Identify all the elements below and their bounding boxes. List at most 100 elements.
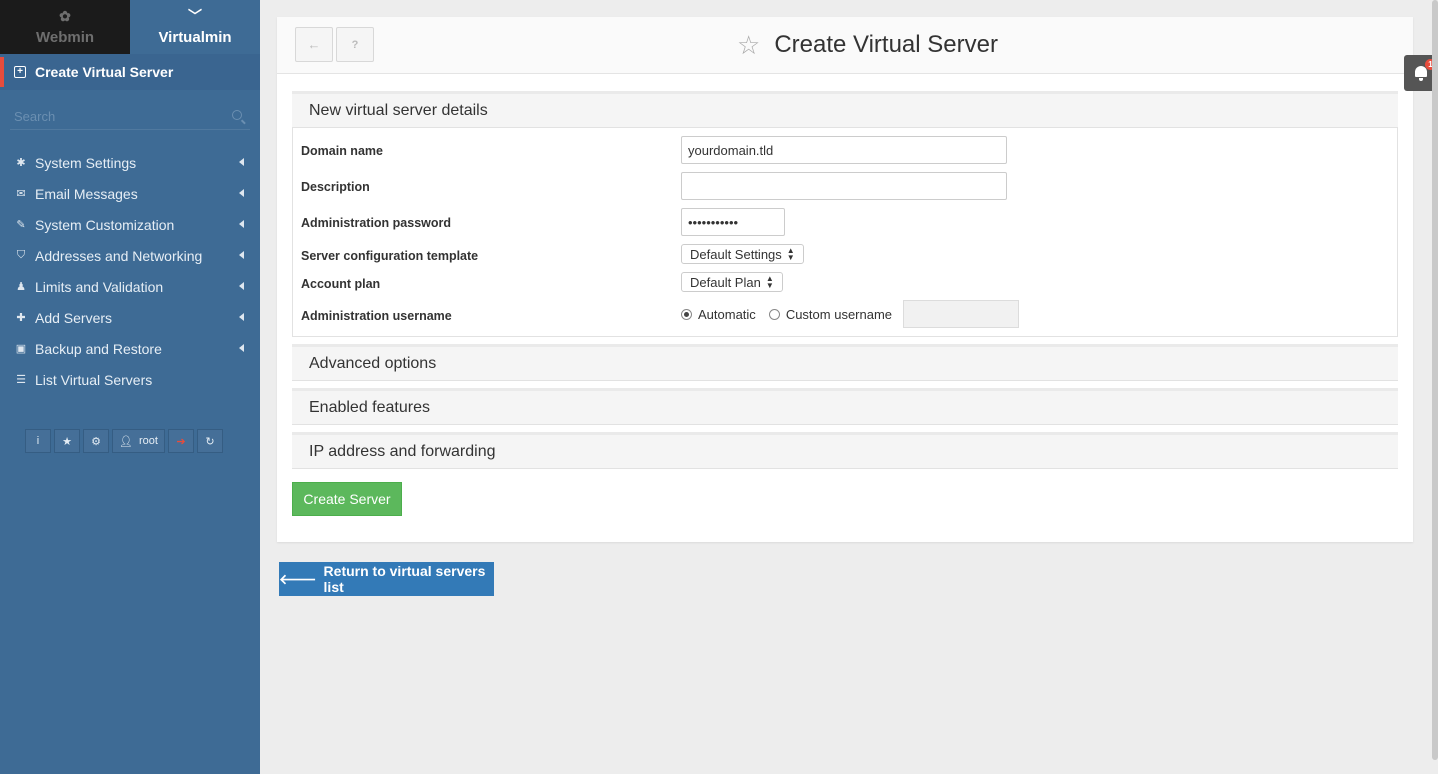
sidebar-item-label: List Virtual Servers bbox=[35, 371, 153, 388]
sidebar-item-email-messages[interactable]: ✉ Email Messages bbox=[0, 178, 260, 209]
info-icon: i bbox=[36, 435, 40, 447]
tab-virtualmin-label: Virtualmin bbox=[158, 29, 232, 46]
select-arrows-icon: ▲ ▼ bbox=[786, 246, 795, 262]
sidebar-item-label: System Customization bbox=[35, 216, 175, 233]
star-outline-icon[interactable]: ☆ bbox=[737, 32, 760, 58]
wrench-icon: ✎ bbox=[16, 219, 26, 231]
radio-custom-label[interactable]: Custom username bbox=[786, 307, 892, 322]
chevron-left-icon bbox=[239, 220, 244, 228]
server-template-value: Default Settings bbox=[690, 246, 782, 262]
section-enabled-features[interactable]: Enabled features bbox=[292, 388, 1398, 425]
gear-icon: ✱ bbox=[16, 157, 26, 169]
sidebar-menu: ✱ System Settings ✉ Email Messages ✎ Sys… bbox=[0, 147, 260, 395]
return-button[interactable]: 🡐︎ Return to virtual servers list bbox=[279, 562, 494, 596]
sidebar-toolbar: i ★ ⚙ 👤︎ root ➔ ↻ bbox=[25, 429, 226, 453]
chevron-down-icon: ﹀ bbox=[188, 8, 202, 24]
admin-username-options: Automatic Custom username bbox=[681, 300, 1020, 328]
panel-header: ← ? ☆ Create Virtual Server bbox=[277, 17, 1413, 74]
user-tie-icon: ♟ bbox=[16, 281, 26, 293]
chevron-left-icon bbox=[239, 344, 244, 352]
section-body: Domain name Description Administration p… bbox=[292, 128, 1398, 337]
section-title: Advanced options bbox=[309, 354, 437, 372]
server-template-label: Server configuration template bbox=[301, 249, 479, 263]
account-plan-select[interactable]: Default Plan ▲ ▼ bbox=[681, 272, 783, 292]
sidebar-item-label: Backup and Restore bbox=[35, 340, 162, 357]
chevron-left-icon bbox=[239, 251, 244, 259]
search-icon[interactable] bbox=[232, 110, 242, 120]
select-arrows-icon: ▲ ▼ bbox=[765, 274, 774, 290]
section-title: IP address and forwarding bbox=[309, 442, 496, 460]
sidebar-item-create-virtual-server[interactable]: + Create Virtual Server bbox=[0, 54, 260, 90]
sidebar-item-label: Addresses and Networking bbox=[35, 247, 203, 264]
info-button[interactable]: i bbox=[25, 429, 51, 453]
sidebar-item-system-customization[interactable]: ✎ System Customization bbox=[0, 209, 260, 240]
list-icon: ☰ bbox=[16, 374, 26, 386]
domain-name-label: Domain name bbox=[301, 144, 383, 158]
sidebar-search bbox=[10, 104, 250, 130]
shield-icon: ⛉ bbox=[16, 249, 26, 261]
account-plan-value: Default Plan bbox=[690, 274, 761, 290]
section-advanced-options[interactable]: Advanced options bbox=[292, 344, 1398, 381]
page-title-text: Create Virtual Server bbox=[774, 31, 998, 58]
section-ip-forwarding[interactable]: IP address and forwarding bbox=[292, 432, 1398, 469]
star-icon: ★ bbox=[62, 435, 72, 448]
section-header[interactable]: Advanced options bbox=[292, 344, 1398, 381]
envelope-icon: ✉ bbox=[16, 188, 26, 200]
sidebar-item-label: Email Messages bbox=[35, 185, 138, 202]
plus-square-icon: + bbox=[14, 66, 26, 78]
sidebar-tabs: ✿ Webmin ﹀ Virtualmin bbox=[0, 0, 260, 54]
sidebar-current-label: Create Virtual Server bbox=[35, 64, 174, 80]
tab-virtualmin[interactable]: ﹀ Virtualmin bbox=[130, 0, 260, 54]
custom-username-input[interactable] bbox=[903, 300, 1020, 328]
section-header[interactable]: Enabled features bbox=[292, 388, 1398, 425]
page-scrollbar[interactable] bbox=[1432, 0, 1438, 760]
chevron-left-icon bbox=[239, 158, 244, 166]
description-label: Description bbox=[301, 180, 370, 194]
admin-username-label: Administration username bbox=[301, 309, 452, 323]
section-title: Enabled features bbox=[309, 398, 430, 416]
radio-automatic[interactable] bbox=[681, 308, 692, 320]
webmin-logo-icon: ✿ bbox=[59, 8, 71, 24]
user-label: root bbox=[138, 435, 158, 447]
sidebar-item-label: System Settings bbox=[35, 154, 137, 171]
gears-icon: ⚙ bbox=[91, 435, 101, 448]
domain-name-input[interactable] bbox=[681, 136, 1007, 164]
section-header[interactable]: New virtual server details bbox=[292, 91, 1398, 128]
search-input[interactable] bbox=[10, 104, 250, 128]
sidebar-item-system-settings[interactable]: ✱ System Settings bbox=[0, 147, 260, 178]
section-header[interactable]: IP address and forwarding bbox=[292, 432, 1398, 469]
sidebar-item-backup-restore[interactable]: ▣ Backup and Restore bbox=[0, 333, 260, 364]
plus-icon: ✚ bbox=[16, 312, 26, 324]
back-button[interactable]: ← bbox=[295, 27, 333, 62]
chevron-left-icon bbox=[239, 189, 244, 197]
radio-custom-username[interactable] bbox=[768, 308, 780, 320]
question-icon: ? bbox=[351, 38, 359, 51]
create-server-button[interactable]: Create Server bbox=[292, 482, 402, 516]
sidebar-item-list-virtual-servers[interactable]: ☰ List Virtual Servers bbox=[0, 364, 260, 395]
logout-button[interactable]: ➔ bbox=[167, 429, 194, 453]
tab-webmin[interactable]: ✿ Webmin bbox=[0, 0, 130, 54]
admin-password-input[interactable] bbox=[681, 208, 785, 236]
user-icon: 👤︎ bbox=[119, 435, 133, 448]
refresh-icon: ↻ bbox=[205, 435, 215, 448]
admin-password-label: Administration password bbox=[301, 216, 452, 230]
description-input[interactable] bbox=[681, 172, 1007, 200]
sidebar-item-label: Add Servers bbox=[35, 309, 113, 326]
section-title: New virtual server details bbox=[309, 101, 488, 119]
radio-automatic-label[interactable]: Automatic bbox=[698, 307, 756, 322]
favorites-button[interactable]: ★ bbox=[54, 429, 80, 453]
arrow-left-icon: ← bbox=[307, 37, 321, 52]
sidebar-item-addresses-networking[interactable]: ⛉ Addresses and Networking bbox=[0, 240, 260, 271]
user-button[interactable]: 👤︎ root bbox=[112, 429, 165, 453]
settings-button[interactable]: ⚙ bbox=[83, 429, 109, 453]
sidebar-item-add-servers[interactable]: ✚ Add Servers bbox=[0, 302, 260, 333]
sidebar-item-limits-validation[interactable]: ♟ Limits and Validation bbox=[0, 271, 260, 302]
logout-icon: ➔ bbox=[176, 435, 186, 448]
server-template-select[interactable]: Default Settings ▲ ▼ bbox=[681, 244, 804, 264]
refresh-button[interactable]: ↻ bbox=[196, 429, 223, 453]
account-plan-label: Account plan bbox=[301, 277, 381, 291]
help-button[interactable]: ? bbox=[336, 27, 374, 62]
return-button-label: Return to virtual servers list bbox=[323, 563, 486, 595]
chevron-left-icon bbox=[239, 282, 244, 290]
page-title: ☆ Create Virtual Server bbox=[737, 31, 998, 59]
